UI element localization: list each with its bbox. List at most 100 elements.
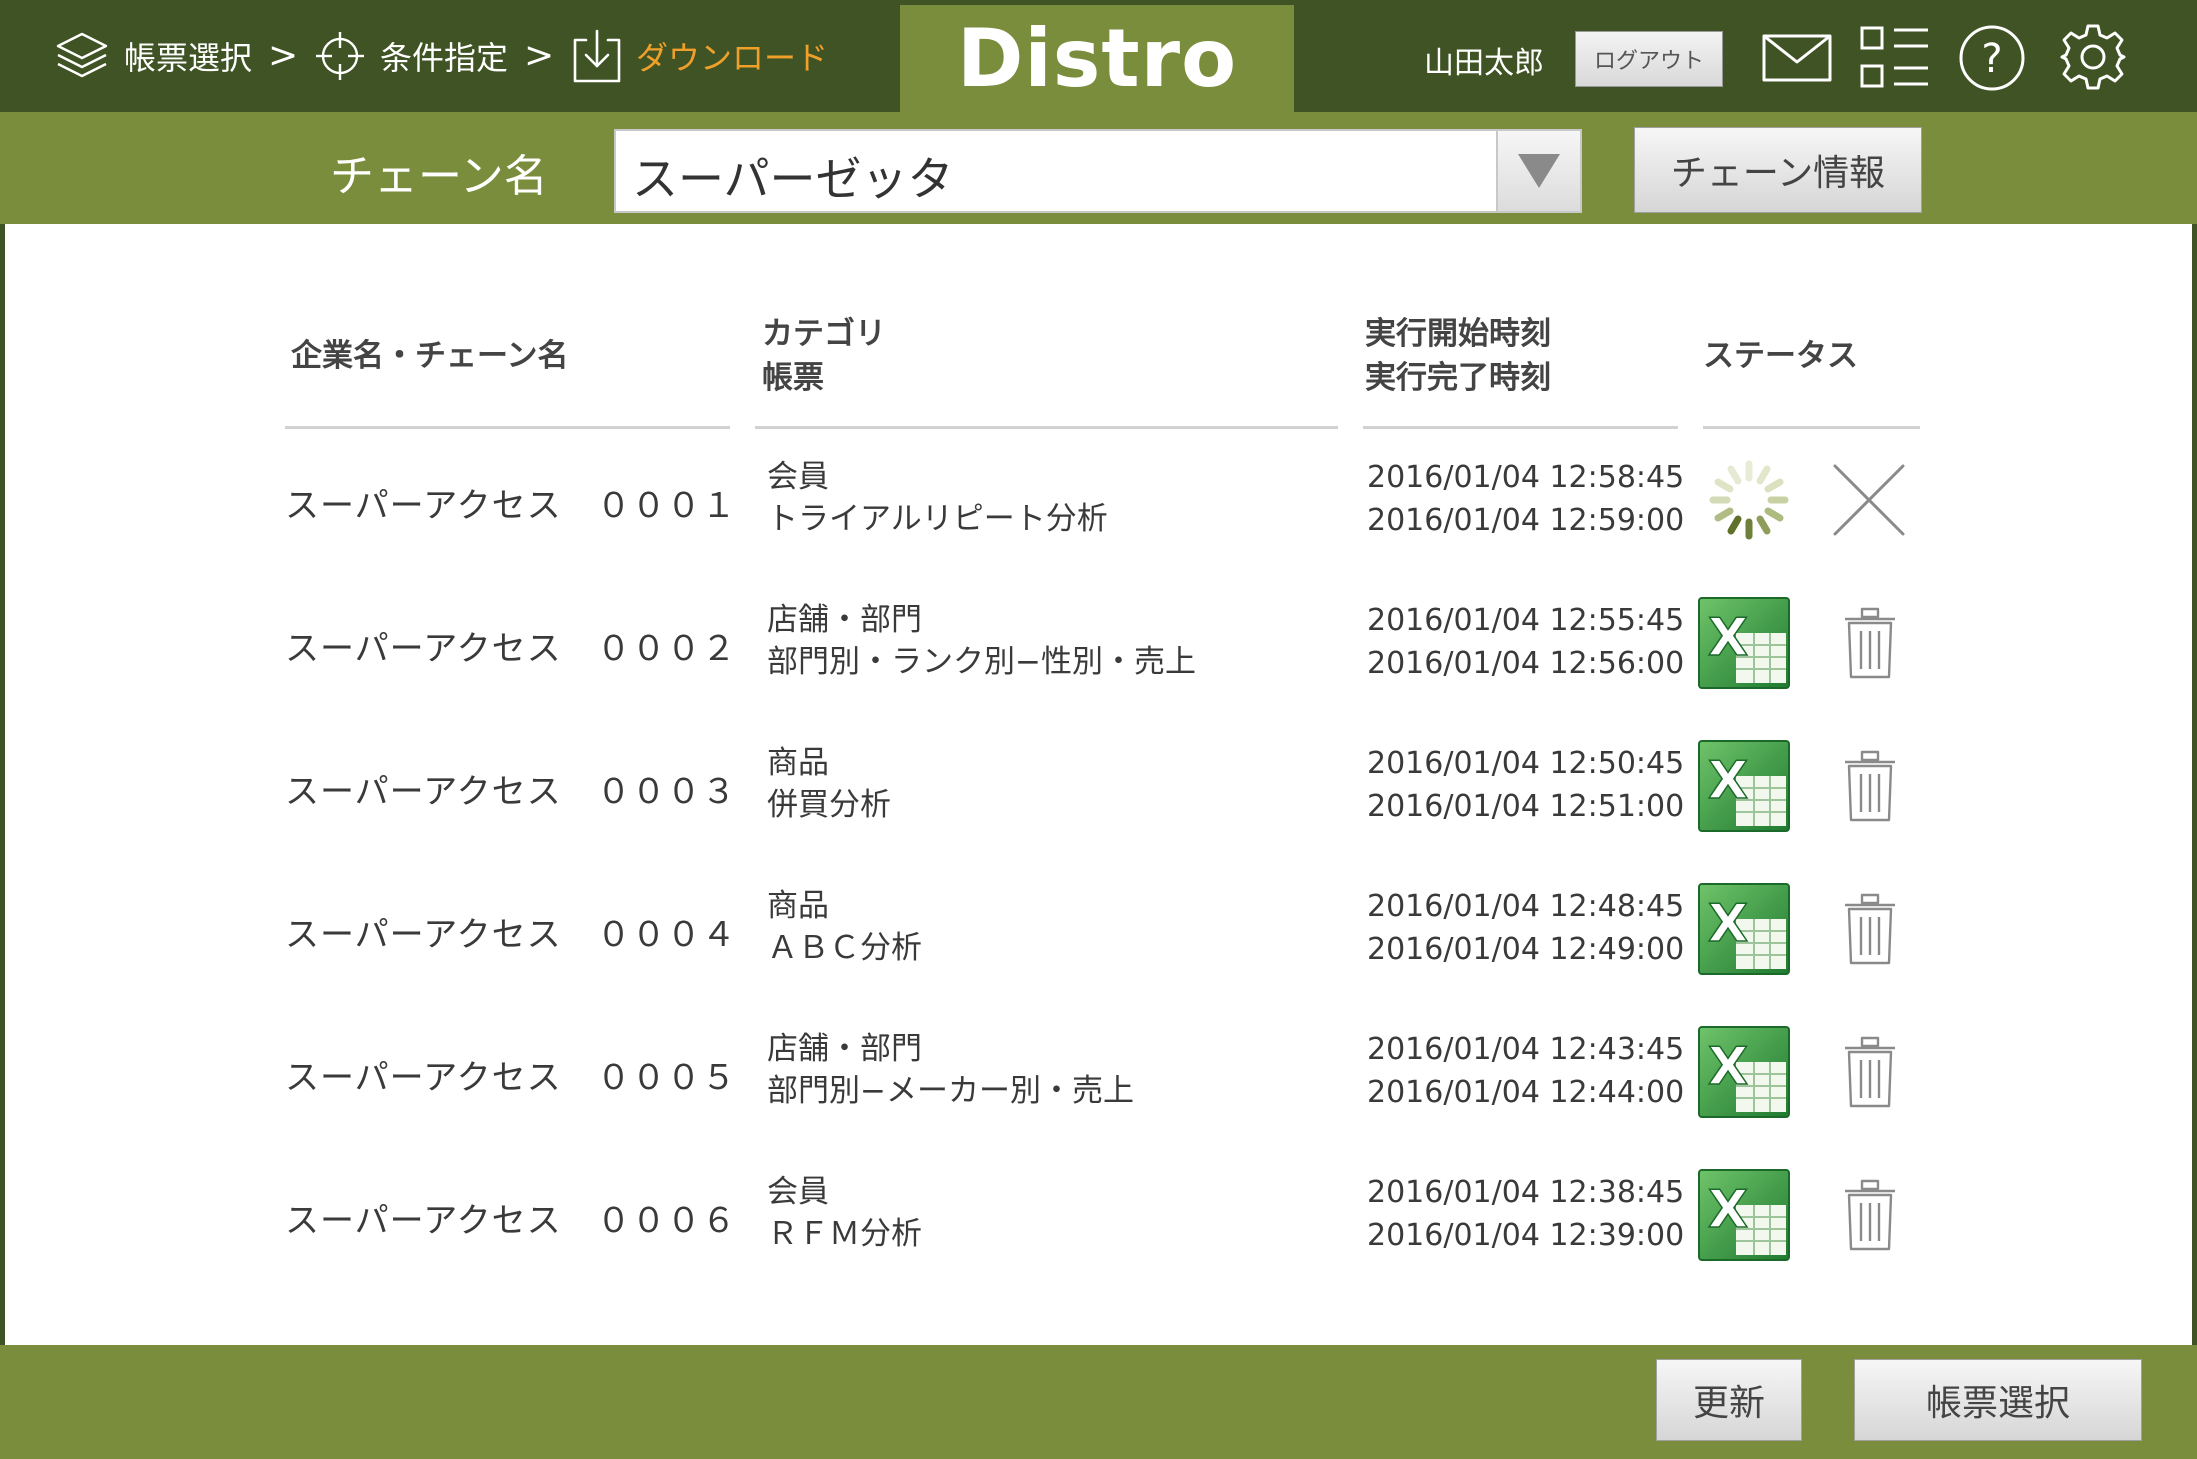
svg-text:X: X (1708, 894, 1748, 954)
logo-text: Distro (956, 12, 1238, 105)
chevron-down-icon (1518, 154, 1560, 188)
category-label: 店舗・部門 (767, 1031, 922, 1067)
chain-info-button[interactable]: チェーン情報 (1634, 127, 1922, 213)
svg-text:X: X (1708, 1180, 1748, 1240)
category-label: 会員 (767, 1174, 829, 1210)
company-cell: スーパーアクセス ０００４ (285, 915, 737, 955)
company-cell: スーパーアクセス ０００２ (285, 629, 737, 669)
time-cell: 2016/01/04 12:55:45 2016/01/04 12:56:00 (1367, 599, 1684, 685)
end-time: 2016/01/04 12:49:00 (1367, 932, 1685, 967)
svg-text:X: X (1708, 1037, 1748, 1097)
end-time: 2016/01/04 12:56:00 (1367, 646, 1685, 681)
breadcrumb-conditions[interactable]: 条件指定 (314, 0, 508, 112)
footer-bar: 更新 帳票選択 (0, 1345, 2197, 1459)
header-divider (1703, 426, 1920, 429)
help-icon[interactable]: ? (1958, 24, 2026, 92)
time-cell: 2016/01/04 12:50:45 2016/01/04 12:51:00 (1367, 742, 1684, 828)
breadcrumb-label: 帳票選択 (124, 39, 253, 77)
trash-icon[interactable] (1843, 750, 1897, 824)
start-time: 2016/01/04 12:38:45 (1367, 1175, 1685, 1210)
report-label: 併買分析 (767, 787, 891, 823)
chain-select-value: スーパーゼッタ (632, 152, 954, 206)
category-cell: 店舗・部門 部門別・ランク別−性別・売上 (767, 599, 1196, 683)
layers-icon (56, 32, 108, 78)
trash-icon[interactable] (1843, 607, 1897, 681)
top-bar: 帳票選択 > 条件指定 > ダウンロード Distro 山田太郎 ログアウト ? (0, 0, 2197, 112)
start-time: 2016/01/04 12:58:45 (1367, 460, 1685, 495)
category-cell: 会員 トライアルリピート分析 (767, 456, 1108, 540)
header-divider (285, 426, 730, 429)
refresh-button[interactable]: 更新 (1656, 1359, 1802, 1441)
header-category: カテゴリ 帳票 (762, 312, 886, 400)
time-cell: 2016/01/04 12:43:45 2016/01/04 12:44:00 (1367, 1028, 1684, 1114)
crosshair-icon (316, 32, 364, 80)
svg-text:X: X (1708, 608, 1748, 668)
header-time-line1: 実行開始時刻 (1365, 316, 1551, 352)
header-category-line2: 帳票 (762, 360, 824, 396)
user-name: 山田太郎 (1424, 46, 1544, 81)
excel-download-icon[interactable]: X (1698, 1169, 1790, 1261)
breadcrumb-download[interactable]: ダウンロード (572, 0, 828, 112)
excel-download-icon[interactable]: X (1698, 1026, 1790, 1118)
logout-button[interactable]: ログアウト (1575, 31, 1723, 87)
header-category-line1: カテゴリ (762, 316, 886, 352)
header-status: ステータス (1703, 338, 1858, 374)
download-list: 企業名・チェーン名 カテゴリ 帳票 実行開始時刻 実行完了時刻 ステータス スー… (0, 224, 2197, 1345)
report-select-button[interactable]: 帳票選択 (1854, 1359, 2142, 1441)
category-cell: 商品 ＡＢＣ分析 (767, 885, 922, 969)
cancel-icon[interactable] (1831, 462, 1907, 538)
time-cell: 2016/01/04 12:38:45 2016/01/04 12:39:00 (1367, 1171, 1684, 1257)
loading-spinner-icon (1709, 460, 1789, 540)
excel-download-icon[interactable]: X (1698, 883, 1790, 975)
start-time: 2016/01/04 12:55:45 (1367, 603, 1685, 638)
chain-label: チェーン名 (330, 151, 548, 202)
header-time: 実行開始時刻 実行完了時刻 (1365, 312, 1551, 400)
trash-icon[interactable] (1843, 893, 1897, 967)
start-time: 2016/01/04 12:50:45 (1367, 746, 1685, 781)
breadcrumb-report-select[interactable]: 帳票選択 (54, 0, 252, 112)
breadcrumb-separator: > (524, 35, 555, 76)
chain-select[interactable]: スーパーゼッタ (614, 129, 1582, 213)
mail-icon[interactable] (1762, 34, 1832, 82)
company-cell: スーパーアクセス ０００５ (285, 1058, 737, 1098)
list-view-icon[interactable] (1858, 24, 1930, 90)
category-label: 商品 (767, 888, 829, 924)
time-cell: 2016/01/04 12:58:45 2016/01/04 12:59:00 (1367, 456, 1684, 542)
category-label: 商品 (767, 745, 829, 781)
end-time: 2016/01/04 12:44:00 (1367, 1075, 1685, 1110)
category-cell: 会員 ＲＦＭ分析 (767, 1171, 922, 1255)
trash-icon[interactable] (1843, 1036, 1897, 1110)
report-label: トライアルリピート分析 (767, 501, 1108, 537)
header-divider (755, 426, 1338, 429)
report-label: 部門別−メーカー別・売上 (767, 1073, 1134, 1109)
end-time: 2016/01/04 12:51:00 (1367, 789, 1685, 824)
category-cell: 商品 併買分析 (767, 742, 891, 826)
category-cell: 店舗・部門 部門別−メーカー別・売上 (767, 1028, 1134, 1112)
download-icon (573, 29, 621, 83)
app-logo: Distro (900, 5, 1294, 112)
time-cell: 2016/01/04 12:48:45 2016/01/04 12:49:00 (1367, 885, 1684, 971)
start-time: 2016/01/04 12:43:45 (1367, 1032, 1685, 1067)
category-label: 店舗・部門 (767, 602, 922, 638)
end-time: 2016/01/04 12:39:00 (1367, 1218, 1685, 1253)
svg-text:?: ? (1981, 36, 2002, 82)
breadcrumb-separator: > (268, 35, 299, 76)
category-label: 会員 (767, 459, 829, 495)
excel-download-icon[interactable]: X (1698, 740, 1790, 832)
header-company: 企業名・チェーン名 (291, 338, 569, 374)
header-time-line2: 実行完了時刻 (1365, 360, 1551, 396)
settings-icon[interactable] (2058, 22, 2128, 92)
breadcrumb-label: ダウンロード (636, 39, 829, 77)
trash-icon[interactable] (1843, 1179, 1897, 1253)
report-label: 部門別・ランク別−性別・売上 (767, 644, 1196, 680)
chain-select-arrow[interactable] (1496, 131, 1580, 211)
breadcrumb-label: 条件指定 (380, 39, 509, 77)
svg-text:X: X (1708, 751, 1748, 811)
chain-bar: チェーン名 スーパーゼッタ チェーン情報 (0, 112, 2197, 224)
company-cell: スーパーアクセス ０００６ (285, 1201, 737, 1241)
end-time: 2016/01/04 12:59:00 (1367, 503, 1685, 538)
excel-download-icon[interactable]: X (1698, 597, 1790, 689)
report-label: ＲＦＭ分析 (767, 1216, 922, 1252)
company-cell: スーパーアクセス ０００１ (285, 486, 737, 526)
header-divider (1363, 426, 1678, 429)
